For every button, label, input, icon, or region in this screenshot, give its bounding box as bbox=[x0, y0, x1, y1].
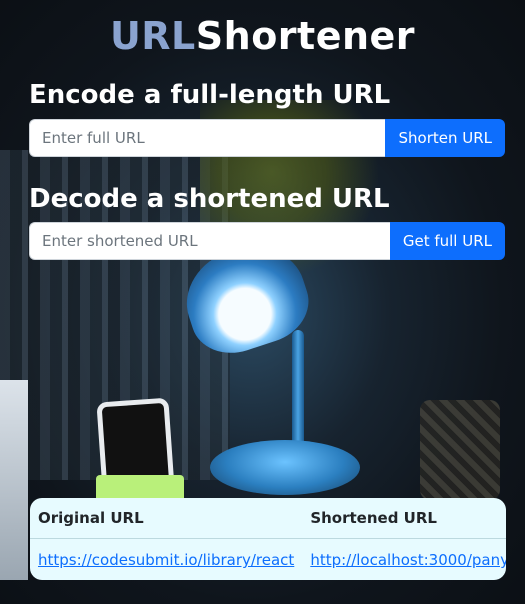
title-shortener: Shortener bbox=[195, 14, 416, 58]
original-url-link[interactable]: https://codesubmit.io/library/react bbox=[38, 551, 294, 569]
column-header-original: Original URL bbox=[30, 498, 303, 539]
table-row: https://codesubmit.io/library/react http… bbox=[30, 539, 506, 581]
decode-form: Get full URL bbox=[29, 222, 505, 260]
decode-heading: Decode a shortened URL bbox=[29, 184, 390, 214]
encode-heading: Encode a full-length URL bbox=[29, 80, 391, 110]
app-title: URLShortener bbox=[0, 12, 525, 60]
shortened-url-link[interactable]: http://localhost:3000/panygJ bbox=[310, 551, 506, 569]
url-table: Original URL Shortened URL https://codes… bbox=[30, 498, 506, 580]
original-url-cell: https://codesubmit.io/library/react bbox=[30, 539, 302, 581]
page-content: URLShortener Encode a full-length URL Sh… bbox=[0, 0, 525, 604]
column-header-shortened: Shortened URL bbox=[302, 498, 506, 539]
shortened-url-cell: http://localhost:3000/panygJ bbox=[302, 539, 506, 581]
title-url: URL bbox=[109, 14, 196, 58]
shorten-url-button[interactable]: Shorten URL bbox=[385, 119, 505, 157]
table-header-row: Original URL Shortened URL bbox=[30, 498, 506, 539]
full-url-input[interactable] bbox=[29, 119, 386, 157]
shortened-url-input[interactable] bbox=[29, 222, 390, 260]
encode-form: Shorten URL bbox=[29, 119, 505, 157]
get-full-url-button[interactable]: Get full URL bbox=[389, 222, 505, 260]
